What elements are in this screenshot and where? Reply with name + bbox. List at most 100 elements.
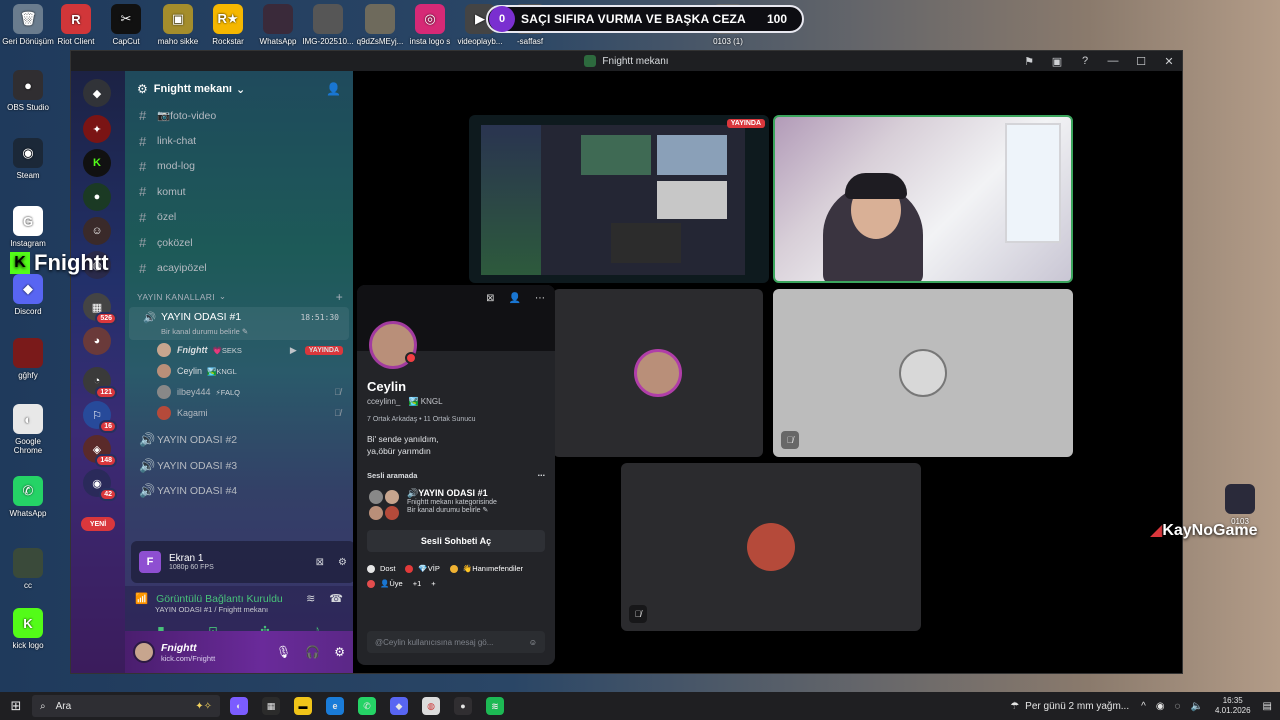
headphones-icon[interactable]: 🎧 xyxy=(305,645,320,659)
copilot-icon[interactable]: ◐ xyxy=(230,697,248,715)
voice-channel[interactable]: 🔊 YAYIN ODASI #4 xyxy=(125,479,353,504)
server-icon[interactable]: ◉ 42 xyxy=(83,469,117,501)
roles-more[interactable]: +1 xyxy=(413,579,422,588)
network-icon[interactable]: ◌ xyxy=(1175,701,1181,712)
mutuals-text[interactable]: 7 Ortak Arkadaş • 11 Ortak Sunucu xyxy=(367,416,545,423)
emoji-icon[interactable]: ☺ xyxy=(529,638,537,647)
desktop-icon[interactable]: ◐ Google Chrome xyxy=(0,404,56,455)
stream-card[interactable]: F Ekran 1 1080p 60 FPS ⊠ ⚙ xyxy=(131,541,355,583)
chrome-icon[interactable]: ◍ xyxy=(422,697,440,715)
voice-channel-active[interactable]: 🔊 YAYIN ODASI #1 18:51:30 Bir kanal duru… xyxy=(129,306,349,340)
desktop-icon[interactable]: ✂ CapCut xyxy=(98,4,154,46)
voice-channel[interactable]: 🔊 YAYIN ODASI #2 xyxy=(125,428,353,453)
voice-user[interactable]: Fnightt 💗SEKS ▶ YAYINDA xyxy=(125,340,353,361)
taskbar-search[interactable]: ⌕ Ara ✦✧ xyxy=(32,695,220,717)
desktop-icon[interactable]: IMG-202510... xyxy=(300,4,356,46)
desktop-icon[interactable]: R Riot Client xyxy=(48,4,104,46)
desktop-icon[interactable]: ◎ insta logo s xyxy=(402,4,458,46)
desktop-icon[interactable]: ▣ maho sikke xyxy=(150,4,206,46)
voice-user[interactable]: ilbey444 ⚡FALQ 🎙̸ xyxy=(125,382,353,403)
edge-icon[interactable]: e xyxy=(326,697,344,715)
screen-share-icon[interactable]: ⊠ xyxy=(486,293,494,304)
add-friend-icon[interactable]: 👤 xyxy=(509,293,521,304)
channel-item[interactable]: # acayipözel xyxy=(125,255,353,280)
server-icon[interactable]: ◕ xyxy=(83,327,111,355)
participant-tile[interactable]: 🎙̸ xyxy=(773,289,1073,457)
desktop-icon[interactable]: ◆ Discord xyxy=(0,274,56,316)
desktop-icon[interactable]: ◉ Steam xyxy=(0,138,56,180)
camera-tile[interactable] xyxy=(773,115,1073,283)
server-icon[interactable]: ✦ xyxy=(83,115,111,143)
desktop-icon[interactable]: Kkick logo xyxy=(0,608,56,650)
add-channel-icon[interactable]: + xyxy=(336,290,343,304)
gear-icon[interactable]: ⚙ xyxy=(334,645,345,659)
more-icon[interactable]: ⋯ xyxy=(538,471,546,480)
volume-icon[interactable]: 🔈 xyxy=(1191,701,1203,712)
chevron-up-icon[interactable]: ^ xyxy=(1141,701,1146,712)
spotify-icon[interactable]: ≋ xyxy=(486,697,504,715)
obs-icon[interactable]: ● xyxy=(454,697,472,715)
screen-share-tile[interactable]: YAYINDA xyxy=(469,115,769,283)
stop-stream-icon[interactable]: ⊠ xyxy=(316,557,324,568)
desktop-icon[interactable]: WhatsApp xyxy=(250,4,306,46)
screen-icon[interactable]: ▣ xyxy=(1050,55,1064,68)
category-header[interactable]: YAYIN KANALLARI ⌄ + xyxy=(125,287,353,307)
notification-icon[interactable]: ▤ xyxy=(1263,701,1272,712)
avatar[interactable] xyxy=(133,641,155,663)
help-icon[interactable]: ? xyxy=(1078,55,1092,67)
channel-item[interactable]: # komut xyxy=(125,179,353,204)
window-titlebar[interactable]: Fnightt mekanı ⚑ ▣ ? — ☐ ✕ xyxy=(71,51,1182,71)
desktop-icon-label: cc xyxy=(24,581,32,590)
weather-widget[interactable]: ☂ Per günü 2 mm yağm... xyxy=(1010,701,1129,712)
file-explorer-icon[interactable]: ▬ xyxy=(294,697,312,715)
more-icon[interactable]: ⋯ xyxy=(535,293,545,304)
voice-channel[interactable]: 🔊 YAYIN ODASI #3 xyxy=(125,453,353,478)
close-button[interactable]: ✕ xyxy=(1162,55,1176,68)
server-icon[interactable]: ● xyxy=(83,183,111,211)
channel-item[interactable]: # özel xyxy=(125,205,353,230)
desktop-icon[interactable]: cc xyxy=(0,548,56,590)
discord-home-icon[interactable]: ◆ xyxy=(83,79,111,107)
desktop-icon[interactable]: G Instagram xyxy=(0,206,56,248)
voice-user[interactable]: Kagami 🎙̸ xyxy=(125,403,353,424)
tray-app-icon[interactable]: ◉ xyxy=(1156,701,1165,712)
server-icon[interactable]: ☺ xyxy=(83,217,111,245)
new-pill[interactable]: YENİ xyxy=(81,517,115,531)
channel-item[interactable]: # çoközel xyxy=(125,230,353,255)
voice-activity[interactable]: 🔊YAYIN ODASI #1 Fnightt mekanı kategoris… xyxy=(367,488,545,522)
server-header[interactable]: ⚙ Fnightt mekanı ⌄ 👤 xyxy=(125,71,353,107)
store-icon[interactable]: ▦ xyxy=(262,697,280,715)
windows-start-icon[interactable]: ⊞ xyxy=(0,698,32,714)
stream-settings-icon[interactable]: ⚙ xyxy=(338,557,347,568)
whatsapp-icon[interactable]: ✆ xyxy=(358,697,376,715)
clock[interactable]: 16:35 4.01.2026 xyxy=(1215,696,1251,716)
voice-user[interactable]: Ceylin 🏞️KNGL xyxy=(125,361,353,382)
desktop-icon[interactable]: gğhfy xyxy=(0,338,56,380)
server-icon[interactable]: ◈ 148 xyxy=(83,435,117,467)
maximize-button[interactable]: ☐ xyxy=(1134,55,1148,68)
disconnect-icon[interactable]: ☎ xyxy=(329,592,343,605)
add-user-icon[interactable]: 👤 xyxy=(326,82,341,96)
channel-item[interactable]: # link-chat xyxy=(125,128,353,153)
join-voice-button[interactable]: Sesli Sohbeti Aç xyxy=(367,530,545,552)
noise-suppression-icon[interactable]: ≋ xyxy=(306,592,315,605)
desktop-icon[interactable]: ✆ WhatsApp xyxy=(0,476,56,518)
server-icon[interactable]: ⚐ 16 xyxy=(83,401,117,433)
minimize-button[interactable]: — xyxy=(1106,55,1120,67)
message-input[interactable]: @Ceylin kullanıcısına mesaj gö... ☺ xyxy=(367,631,545,653)
server-icon[interactable]: ◔ 121 xyxy=(83,367,117,399)
voice-status-text[interactable]: Bir kanal durumu belirle ✎ xyxy=(161,327,339,336)
desktop-icon[interactable]: ● OBS Studio xyxy=(0,70,56,112)
discord-icon[interactable]: ◆ xyxy=(390,697,408,715)
add-role-icon[interactable]: + xyxy=(431,579,435,588)
participant-tile[interactable] xyxy=(553,289,763,457)
server-icon[interactable]: ▦ 526 xyxy=(83,293,117,325)
participant-tile[interactable]: 🎙̸ xyxy=(621,463,921,631)
desktop-icon[interactable]: q9dZsMEyj... xyxy=(352,4,408,46)
channel-item[interactable]: # mod-log xyxy=(125,154,353,179)
server-icon[interactable]: K xyxy=(83,149,111,177)
desktop-icon[interactable]: R★ Rockstar xyxy=(200,4,256,46)
channel-item[interactable]: # 📷foto-video xyxy=(125,103,353,128)
flag-icon[interactable]: ⚑ xyxy=(1022,55,1036,68)
microphone-icon[interactable]: 🎙 xyxy=(276,645,291,659)
